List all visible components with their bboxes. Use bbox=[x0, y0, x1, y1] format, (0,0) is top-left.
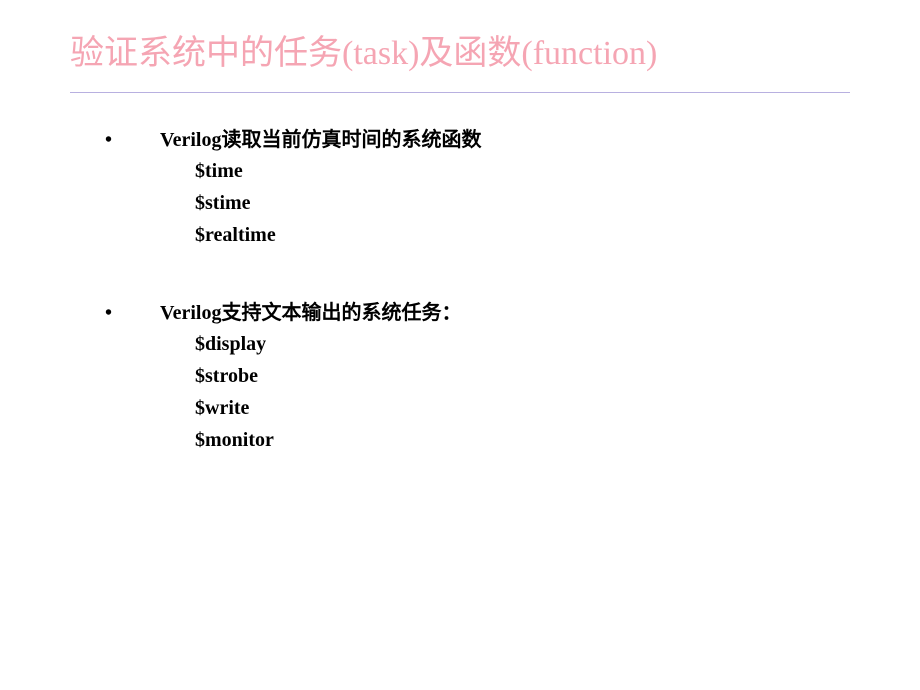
section2-item-3: $monitor bbox=[195, 429, 850, 452]
section2-item-0: $display bbox=[195, 333, 850, 356]
section1-item-0: $time bbox=[195, 160, 850, 183]
bullet-item-2: • Verilog支持文本输出的系统任务： bbox=[105, 296, 850, 325]
bullet-item-1: • Verilog读取当前仿真时间的系统函数 bbox=[105, 123, 850, 152]
slide-title: 验证系统中的任务(task)及函数(function) bbox=[70, 25, 850, 74]
section2-heading: Verilog支持文本输出的系统任务： bbox=[160, 296, 461, 325]
section1-item-1: $stime bbox=[195, 192, 850, 215]
section1-item-2: $realtime bbox=[195, 224, 850, 247]
bullet-marker: • bbox=[105, 129, 160, 152]
section2-item-2: $write bbox=[195, 397, 850, 420]
section1-heading: Verilog读取当前仿真时间的系统函数 bbox=[160, 123, 481, 152]
bullet-marker: • bbox=[105, 302, 160, 325]
title-divider bbox=[70, 92, 850, 93]
slide-content: • Verilog读取当前仿真时间的系统函数 $time $stime $rea… bbox=[70, 123, 850, 452]
section2-item-1: $strobe bbox=[195, 365, 850, 388]
